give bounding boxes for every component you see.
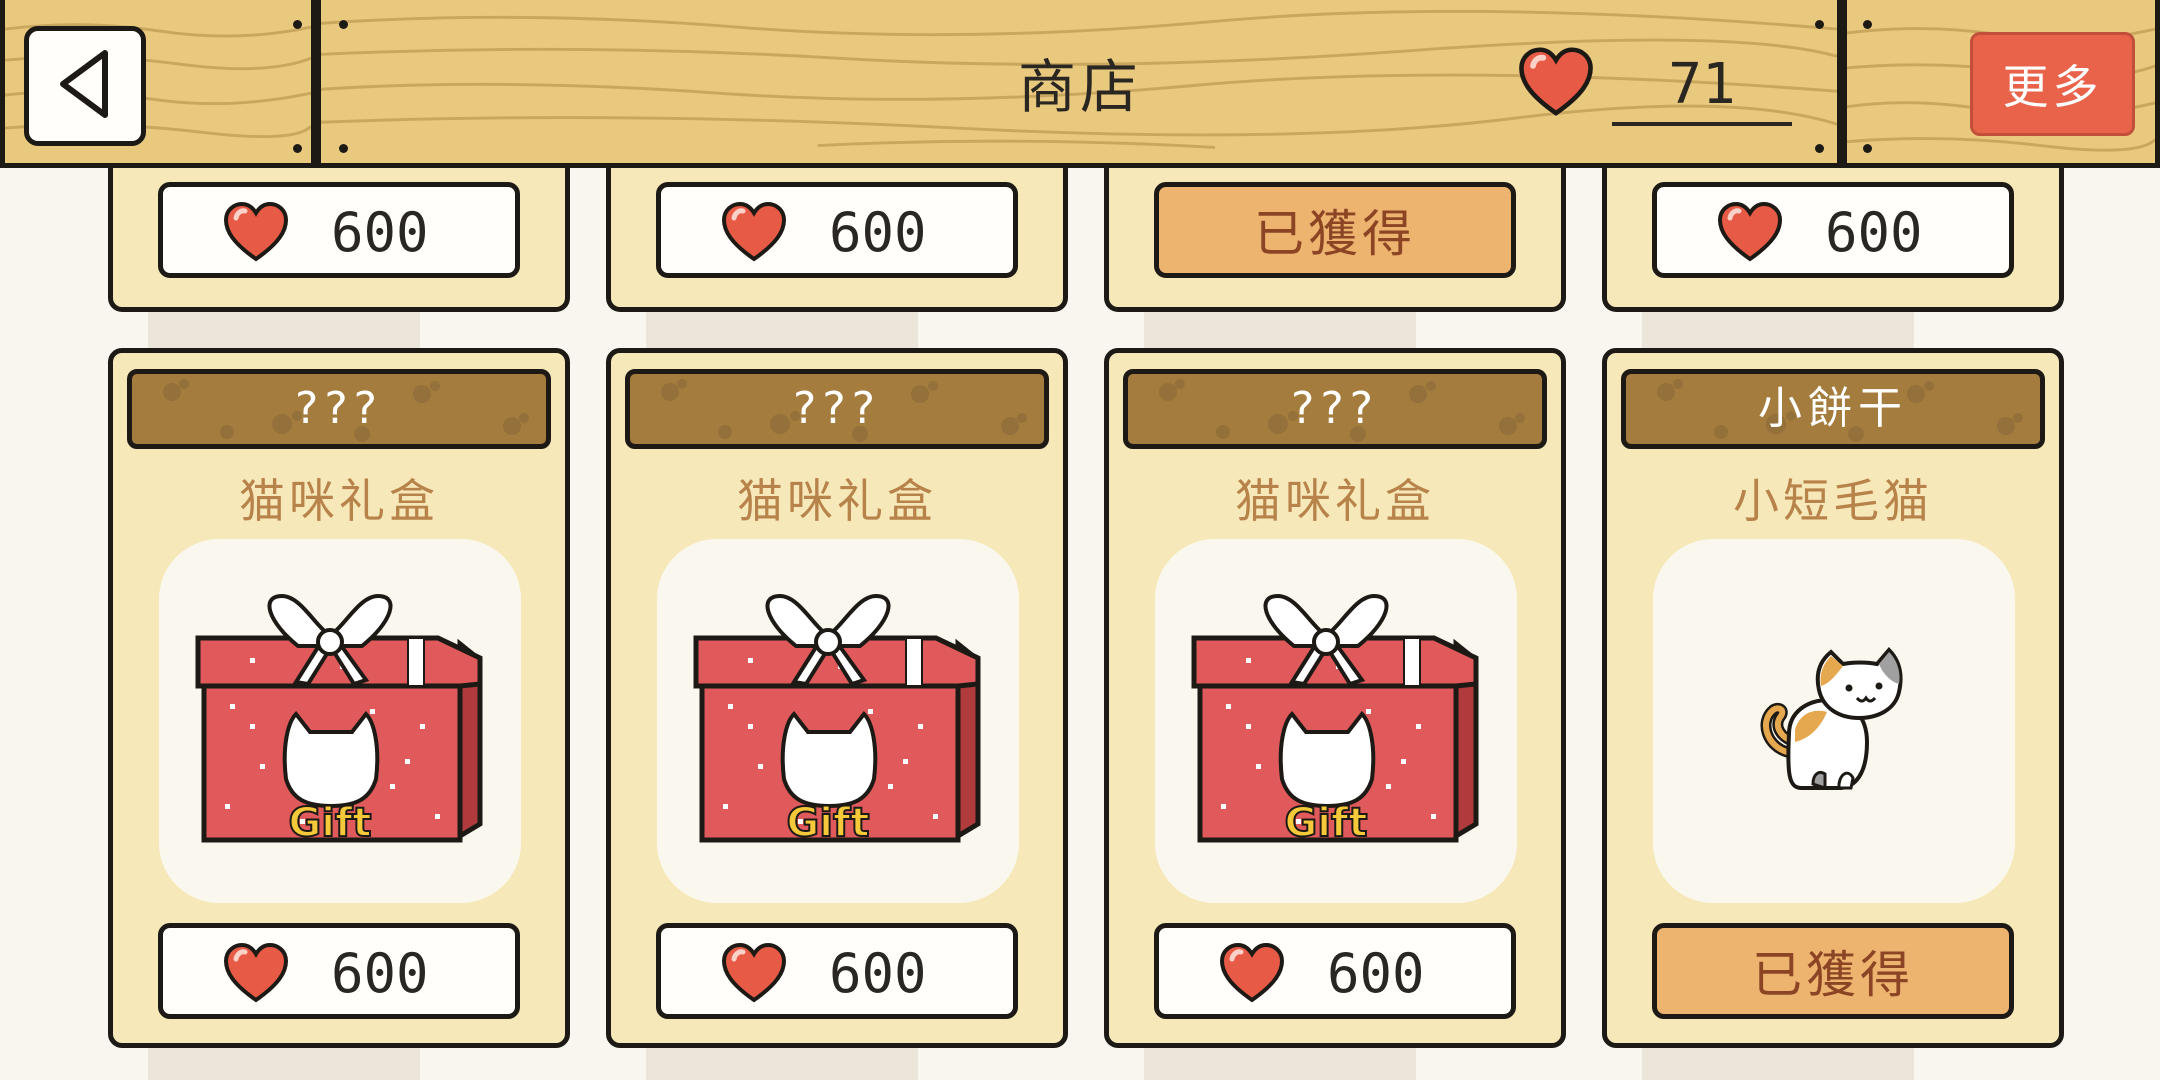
back-triangle-icon: [55, 47, 115, 125]
card-shadow: [646, 1048, 918, 1080]
price-button[interactable]: 600: [1154, 923, 1516, 1019]
nail: [1863, 144, 1872, 153]
item-badge: ???: [625, 369, 1049, 449]
price-value: 600: [1327, 942, 1425, 1005]
gift-label: Gift: [1284, 800, 1367, 846]
shop-card-cat[interactable]: 小餅干 小短毛猫 已獲得: [1602, 348, 2064, 1048]
card-shadow: [1642, 312, 1914, 352]
card-shadow: [646, 312, 918, 352]
item-image-area: [1653, 539, 2015, 903]
owned-button[interactable]: 已獲得: [1652, 923, 2014, 1019]
gift-box-icon: Gift: [190, 574, 490, 868]
heart-icon: [223, 942, 289, 1008]
shop-card-gift-3[interactable]: ??? 猫咪礼盒 Gift 600: [1104, 348, 1566, 1048]
nail: [1815, 144, 1824, 153]
item-name: 猫咪礼盒: [1235, 474, 1435, 528]
gift-label: Gift: [786, 800, 869, 846]
price-button[interactable]: 600: [1652, 182, 2014, 278]
item-badge-label: ???: [1290, 383, 1380, 434]
price-value: 600: [829, 201, 927, 264]
card-shadow: [148, 1048, 420, 1080]
heart-icon: [721, 942, 787, 1008]
price-value: 600: [1825, 201, 1923, 264]
heart-icon: [1219, 942, 1285, 1008]
item-image-area: Gift: [1155, 539, 1517, 903]
item-badge: 小餅干: [1621, 369, 2045, 449]
shop-screen: 600 600 已獲得 600 ??? 猫咪礼盒 Gift 600 ??? 猫咪…: [0, 0, 2160, 1080]
item-badge-label: ???: [294, 383, 384, 434]
item-name: 猫咪礼盒: [737, 474, 937, 528]
owned-button[interactable]: 已獲得: [1154, 182, 1516, 278]
card-shadow: [1144, 1048, 1416, 1080]
item-image-area: Gift: [657, 539, 1019, 903]
item-badge-label: 小餅干: [1758, 383, 1908, 434]
gift-label: Gift: [288, 800, 371, 846]
price-value: 600: [331, 201, 429, 264]
nail: [339, 144, 348, 153]
price-value: 600: [331, 942, 429, 1005]
card-shadow: [1642, 1048, 1914, 1080]
price-button[interactable]: 600: [158, 182, 520, 278]
price-button[interactable]: 600: [656, 182, 1018, 278]
nail: [1863, 20, 1872, 29]
back-button[interactable]: [24, 26, 146, 146]
nail: [293, 144, 302, 153]
gift-box-icon: Gift: [1186, 574, 1486, 868]
heart-count: 71: [1612, 52, 1792, 126]
nail: [293, 20, 302, 29]
shop-card-gift-1[interactable]: ??? 猫咪礼盒 Gift 600: [108, 348, 570, 1048]
gift-box-icon: Gift: [688, 574, 988, 868]
price-button[interactable]: 600: [656, 923, 1018, 1019]
item-name: 小短毛猫: [1733, 474, 1933, 528]
heart-icon: [223, 201, 289, 267]
heart-icon: [1717, 201, 1783, 267]
card-shadow: [1144, 312, 1416, 352]
shop-card-gift-2[interactable]: ??? 猫咪礼盒 Gift 600: [606, 348, 1068, 1048]
item-badge: ???: [1123, 369, 1547, 449]
calico-cat-icon: [1749, 634, 1919, 808]
item-image-area: Gift: [159, 539, 521, 903]
item-badge: ???: [127, 369, 551, 449]
price-value: 600: [829, 942, 927, 1005]
nail: [339, 20, 348, 29]
heart-icon: [721, 201, 787, 267]
item-badge-label: ???: [792, 383, 882, 434]
nail: [1815, 20, 1824, 29]
item-name: 猫咪礼盒: [239, 474, 439, 528]
heart-icon: [1518, 46, 1594, 122]
price-button[interactable]: 600: [158, 923, 520, 1019]
more-button[interactable]: 更多: [1970, 32, 2135, 136]
page-title: 商店: [1017, 53, 1142, 121]
card-shadow: [148, 312, 420, 352]
